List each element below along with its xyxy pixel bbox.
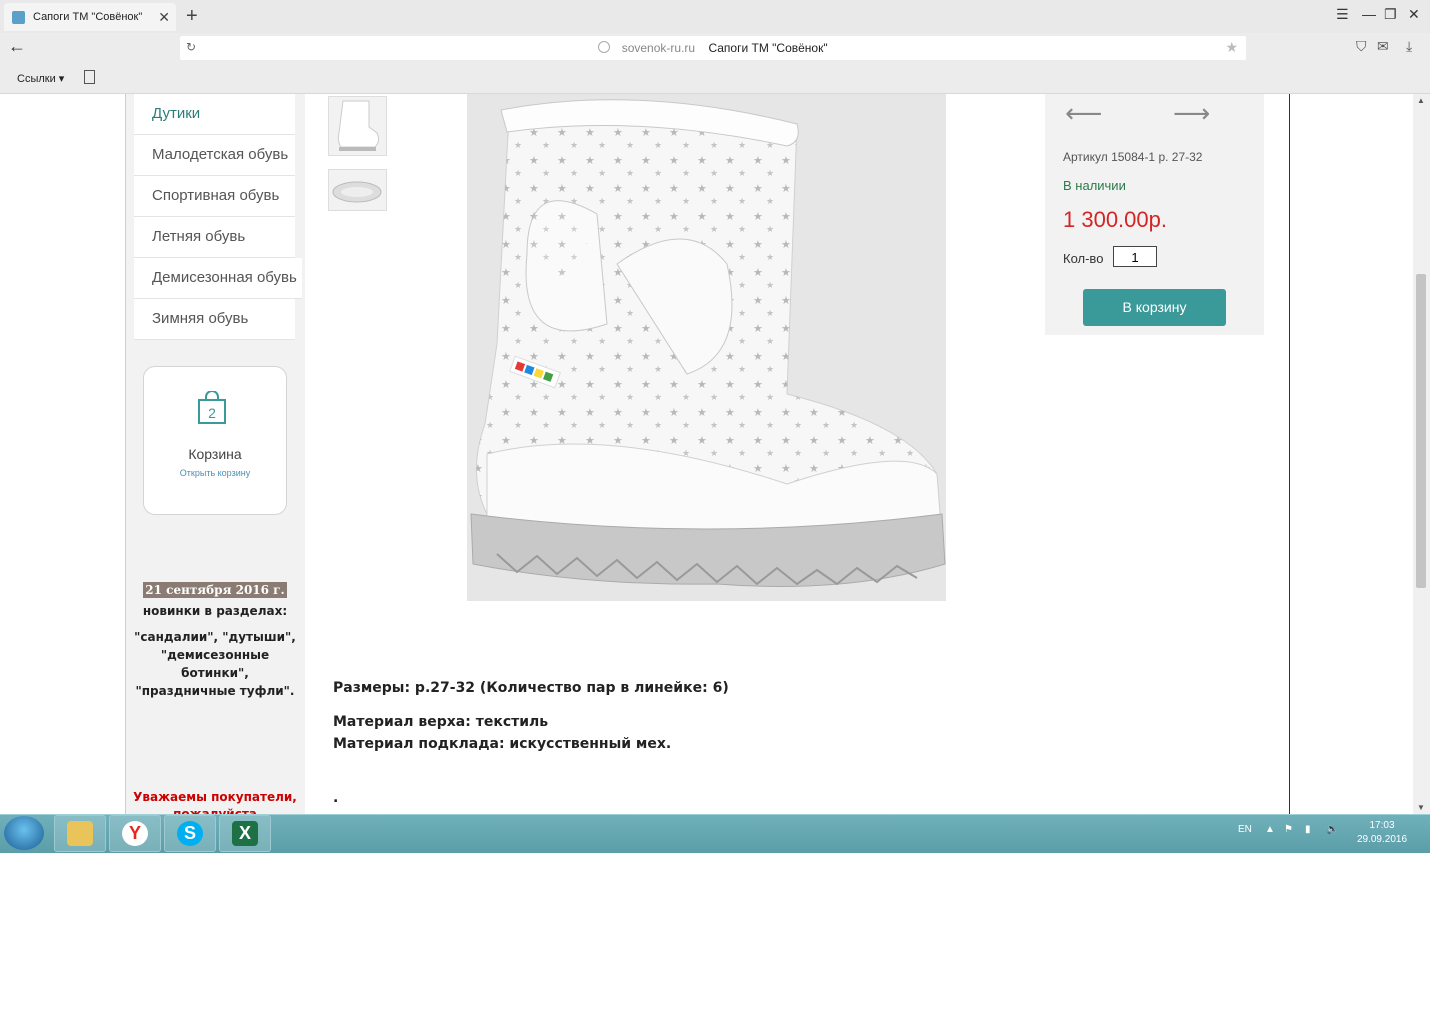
news-date: 21 сентября 2016 г. bbox=[143, 582, 287, 598]
page-scrollbar[interactable]: ▲ ▼ bbox=[1413, 94, 1430, 814]
tab-title: Сапоги ТМ "Совёнок" bbox=[33, 11, 143, 23]
prev-product-arrow-icon[interactable]: ⟵ bbox=[1065, 100, 1102, 126]
nav-item-summer-shoes[interactable]: Летняя обувь bbox=[134, 217, 295, 258]
start-button-icon[interactable] bbox=[4, 816, 44, 850]
protect-shield-icon[interactable]: ⛉ bbox=[1356, 38, 1367, 55]
cart-title: Корзина bbox=[188, 446, 242, 462]
quantity-label: Кол-во bbox=[1063, 251, 1104, 266]
content-border bbox=[1289, 94, 1290, 814]
browser-tab[interactable]: Сапоги ТМ "Совёнок" ✕ bbox=[4, 3, 176, 31]
action-center-flag-icon[interactable]: ⚑ bbox=[1284, 824, 1293, 835]
nav-item-dutiki[interactable]: Дутики bbox=[134, 94, 295, 135]
nav-item-sport-shoes[interactable]: Спортивная обувь bbox=[134, 176, 295, 217]
description-dot: . bbox=[333, 790, 339, 806]
language-indicator[interactable]: EN bbox=[1238, 824, 1252, 835]
product-upper-material: Материал верха: текстиль bbox=[333, 714, 549, 730]
mail-icon[interactable]: ✉ bbox=[1377, 38, 1389, 55]
menu-icon[interactable]: ☰ bbox=[1336, 6, 1349, 23]
tray-expand-icon[interactable]: ▲ bbox=[1265, 824, 1275, 835]
url-domain: sovenok-ru.ru bbox=[621, 41, 696, 55]
buy-box: ⟵ ⟶ Артикул 15084-1 р. 27-32 В наличии 1… bbox=[1045, 94, 1264, 335]
url-display: sovenok-ru.ru Сапоги ТМ "Совёнок" bbox=[180, 41, 1246, 55]
nav-item-toddler-shoes[interactable]: Малодетская обувь bbox=[134, 135, 295, 176]
notice-line: Уважаемы покупатели, bbox=[133, 790, 297, 804]
cart-count: 2 bbox=[208, 405, 216, 421]
add-to-cart-button[interactable]: В корзину bbox=[1083, 289, 1226, 326]
document-icon[interactable] bbox=[84, 70, 95, 84]
excel-icon: X bbox=[232, 821, 258, 846]
stock-status: В наличии bbox=[1063, 178, 1126, 193]
taskbar-yandex-browser[interactable]: Y bbox=[109, 815, 161, 852]
taskbar-skype[interactable]: S bbox=[164, 815, 216, 852]
product-thumbnail[interactable] bbox=[328, 96, 387, 156]
quantity-input[interactable]: 1 bbox=[1113, 246, 1157, 267]
product-sku: Артикул 15084-1 р. 27-32 bbox=[1063, 150, 1203, 164]
news-line: новинки в разделах: bbox=[142, 604, 288, 618]
omnibox[interactable]: ↻ sovenok-ru.ru Сапоги ТМ "Совёнок" ★ bbox=[180, 36, 1246, 60]
bookmarks-bar: Ссылки ▾ bbox=[0, 63, 1430, 94]
product-sizes: Размеры: р.27-32 (Количество пар в линей… bbox=[333, 680, 729, 696]
yandex-browser-icon: Y bbox=[122, 821, 148, 846]
scrollbar-thumb[interactable] bbox=[1416, 274, 1426, 588]
bookmarks-links-menu[interactable]: Ссылки ▾ bbox=[17, 72, 64, 85]
next-product-arrow-icon[interactable]: ⟶ bbox=[1173, 100, 1210, 126]
clock-time: 17:03 bbox=[1369, 820, 1395, 831]
news-line: "демисезонные bbox=[160, 648, 270, 662]
product-lining-material: Материал подклада: искусственный мех. bbox=[333, 736, 672, 752]
close-window-icon[interactable]: ✕ bbox=[1408, 6, 1420, 23]
scroll-up-icon[interactable]: ▲ bbox=[1417, 96, 1425, 105]
network-icon[interactable]: ▮ bbox=[1305, 824, 1311, 835]
product-main-image[interactable]: ★ ★ bbox=[467, 94, 946, 601]
clock-date: 29.09.2016 bbox=[1356, 834, 1408, 845]
open-cart-link[interactable]: Открыть корзину bbox=[144, 468, 286, 478]
favicon-icon bbox=[12, 10, 25, 24]
cart-widget[interactable]: 2 Корзина Открыть корзину bbox=[143, 366, 287, 515]
news-block: 21 сентября 2016 г. новинки в разделах: … bbox=[132, 582, 298, 700]
product-price: 1 300.00р. bbox=[1063, 207, 1167, 232]
url-page-title: Сапоги ТМ "Совёнок" bbox=[708, 41, 828, 55]
category-nav: Дутики Малодетская обувь Спортивная обув… bbox=[134, 94, 302, 340]
product-thumbnail[interactable] bbox=[328, 169, 387, 211]
folder-icon bbox=[67, 821, 93, 846]
minimize-icon[interactable]: — bbox=[1362, 6, 1376, 22]
restore-icon[interactable]: ❐ bbox=[1384, 6, 1397, 23]
nav-item-demiseason-shoes[interactable]: Демисезонная обувь bbox=[134, 258, 302, 299]
site-info-icon[interactable] bbox=[598, 41, 611, 53]
shopping-bag-icon: 2 bbox=[198, 391, 226, 424]
boot-sole-thumbnail-image bbox=[332, 181, 382, 203]
volume-icon[interactable]: 🔈 bbox=[1326, 824, 1338, 835]
notice-line: пожалуйста bbox=[173, 807, 257, 814]
new-tab-button[interactable]: + bbox=[186, 6, 198, 26]
taskbar-explorer[interactable] bbox=[54, 815, 106, 852]
bookmark-star-icon[interactable]: ★ bbox=[1225, 39, 1238, 56]
news-line: "сандалии", "дутыши", bbox=[134, 630, 296, 644]
news-line: ботинки", bbox=[181, 666, 249, 680]
taskbar-excel[interactable]: X bbox=[219, 815, 271, 852]
download-icon[interactable]: ⤓ bbox=[1406, 38, 1412, 55]
tab-bar bbox=[0, 0, 1430, 33]
boot-thumbnail-image bbox=[337, 100, 380, 151]
white-boot-image: ★ ★ bbox=[470, 99, 946, 587]
back-arrow-icon[interactable]: ← bbox=[8, 36, 26, 57]
customer-notice: Уважаемы покупатели, пожалуйста bbox=[132, 789, 298, 814]
system-clock[interactable]: 17:03 29.09.2016 bbox=[1356, 819, 1408, 847]
nav-item-winter-shoes[interactable]: Зимняя обувь bbox=[134, 299, 295, 340]
skype-icon: S bbox=[177, 821, 203, 846]
tab-close-icon[interactable]: ✕ bbox=[158, 9, 170, 26]
news-line: "праздничные туфли". bbox=[135, 684, 295, 698]
scroll-down-icon[interactable]: ▼ bbox=[1417, 803, 1425, 812]
